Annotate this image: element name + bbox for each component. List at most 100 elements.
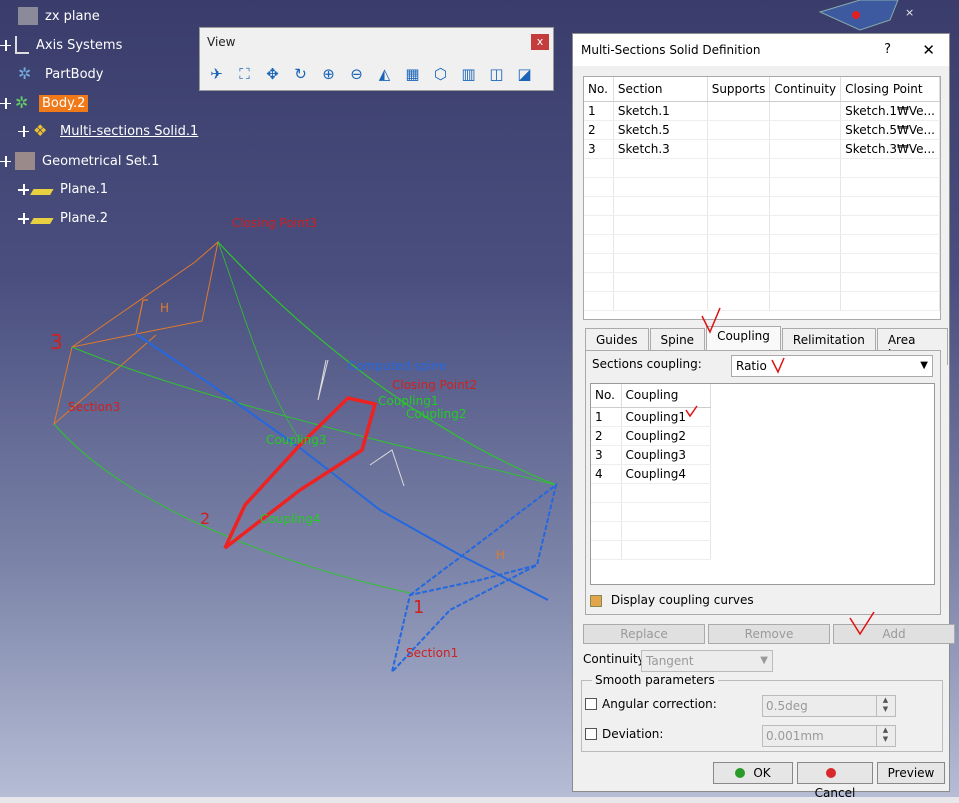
cell-supports [707,101,771,121]
continuity-label: Continuity: [583,652,648,666]
iso-view-icon[interactable]: ⬡ [428,62,453,86]
replace-button[interactable]: Replace [583,624,705,644]
cell-no: 1 [584,101,614,121]
collapse-icon[interactable] [0,155,11,167]
ok-icon [735,768,746,778]
cell-section: Sketch.5 [613,120,708,140]
body-icon: ✲ [15,93,29,112]
cell-no: 3 [584,139,614,159]
display-coupling-curves[interactable]: Display coupling curves [590,593,754,607]
hide-show-icon[interactable]: ◫ [484,62,509,86]
tree-item-axis-systems[interactable]: Axis Systems [0,36,125,54]
deviation-checkbox[interactable] [585,728,597,740]
tree-item-label: Plane.2 [60,211,109,226]
list-item[interactable]: 1 Coupling1 [591,407,711,427]
list-item[interactable]: 4 Coupling4 [591,464,711,484]
cell-continuity [769,139,842,159]
table-row[interactable]: 3 Sketch.3 Sketch.3₩Ve... [584,139,940,159]
cell-coupling: Coupling4 [621,464,711,484]
column-header[interactable]: No. [584,77,614,102]
gear-icon: ✲ [18,64,32,83]
axis-system-icon [15,36,29,54]
tree-item-multi-sections-solid[interactable]: ❖ Multi-sections Solid.1 [18,122,201,140]
closing-point3-label: Closing Point3 [232,216,317,230]
multi-sections-solid-icon: ❖ [33,121,48,140]
display-coupling-checkbox[interactable] [590,594,602,607]
table-row[interactable]: 2 Sketch.5 Sketch.5₩Ve... [584,120,940,140]
view-toolbar: View x ✈ ⛶ ✥ ↻ ⊕ ⊖ ◭ ▦ ⬡ ▥ ◫ ◪ [199,27,554,91]
multi-view-icon[interactable]: ▦ [400,62,425,86]
column-header[interactable]: Continuity [769,77,842,102]
ok-button[interactable]: OK [713,762,793,784]
deviation-row[interactable]: Deviation: [585,727,663,741]
sections-coupling-value: Ratio [736,359,767,373]
column-header[interactable]: No. [591,384,622,408]
angular-correction-row[interactable]: Angular correction: [585,697,717,711]
zoom-out-icon[interactable]: ⊖ [344,62,369,86]
coupling-tab-panel: Sections coupling: Ratio ▼ No. Coupling … [585,350,941,615]
chevron-down-icon: ▼ [760,655,768,666]
tree-item-body2[interactable]: ✲ Body.2 [0,93,89,112]
shading-icon[interactable]: ▥ [456,62,481,86]
expand-icon[interactable] [18,184,29,195]
normal-view-icon[interactable]: ◭ [372,62,397,86]
fly-mode-icon[interactable]: ✈ [204,62,229,86]
column-header[interactable]: Coupling [621,384,711,408]
sections-coupling-select[interactable]: Ratio ▼ [731,355,933,377]
rotate-icon[interactable]: ↻ [288,62,313,86]
cell-coupling: Coupling1 [621,407,711,427]
cell-coupling: Coupling3 [621,445,711,465]
tree-item-plane1[interactable]: Plane.1 [18,181,111,198]
coupling3-label: Coupling3 [266,433,326,447]
coupling-list[interactable]: No. Coupling 1 Coupling1 2 Coupling2 3 C… [590,383,935,585]
list-item[interactable]: 3 Coupling3 [591,445,711,465]
cell-section: Sketch.3 [613,139,708,159]
angular-correction-checkbox[interactable] [585,698,597,710]
smooth-parameters-title: Smooth parameters [592,673,718,687]
add-button[interactable]: Add [833,624,955,644]
cell-supports [707,139,771,159]
fit-all-icon[interactable]: ⛶ [232,62,257,86]
geometrical-set-icon [15,152,35,170]
collapse-icon[interactable] [0,97,11,109]
tree-item-plane2[interactable]: Plane.2 [18,210,111,227]
cell-continuity [769,101,842,121]
expand-icon[interactable] [18,125,29,137]
column-header[interactable]: Section [613,77,708,102]
tree-item-geometrical-set[interactable]: Geometrical Set.1 [0,152,162,170]
expand-icon[interactable] [18,213,29,224]
close-icon[interactable]: x [531,34,549,50]
zoom-in-icon[interactable]: ⊕ [316,62,341,86]
tree-item-partbody[interactable]: ✲ PartBody [18,65,106,83]
column-header[interactable]: Closing Point [840,77,940,102]
spinner-icon[interactable]: ▲ ▼ [876,696,894,716]
continuity-select[interactable]: Tangent ▼ [641,650,773,672]
tree-item-label: zx plane [45,8,100,24]
column-header[interactable]: Supports [707,77,771,102]
section1-label: Section1 [406,646,458,660]
spinner-icon[interactable]: ▲ ▼ [876,726,894,746]
h-axis-label: H [160,301,169,315]
expand-icon[interactable] [0,39,11,51]
cancel-button[interactable]: Cancel [797,762,873,800]
coupling2-label: Coupling2 [406,407,466,421]
cell-continuity [769,120,842,140]
pan-icon[interactable]: ✥ [260,62,285,86]
preview-button[interactable]: Preview [877,762,945,784]
list-item[interactable]: 2 Coupling2 [591,426,711,446]
tree-item-label: Axis Systems [36,37,123,53]
plane-icon [30,184,56,195]
table-row[interactable]: 1 Sketch.1 Sketch.1₩Ve... [584,101,940,121]
coupling-buttons: Replace Remove Add [583,624,955,644]
tree-item-zx-plane[interactable]: zx plane [18,7,103,25]
sections-list[interactable]: No. Section Supports Continuity Closing … [583,76,941,320]
display-coupling-label: Display coupling curves [610,593,754,607]
closing-point2-label: Closing Point2 [392,378,477,392]
dialog-title: Multi-Sections Solid Definition [573,34,949,66]
remove-button[interactable]: Remove [708,624,830,644]
cell-no: 2 [591,426,622,446]
swap-visible-icon[interactable]: ◪ [512,62,537,86]
help-button[interactable]: ? [884,34,891,66]
close-button[interactable]: ✕ [922,34,935,66]
cancel-icon [826,768,836,778]
